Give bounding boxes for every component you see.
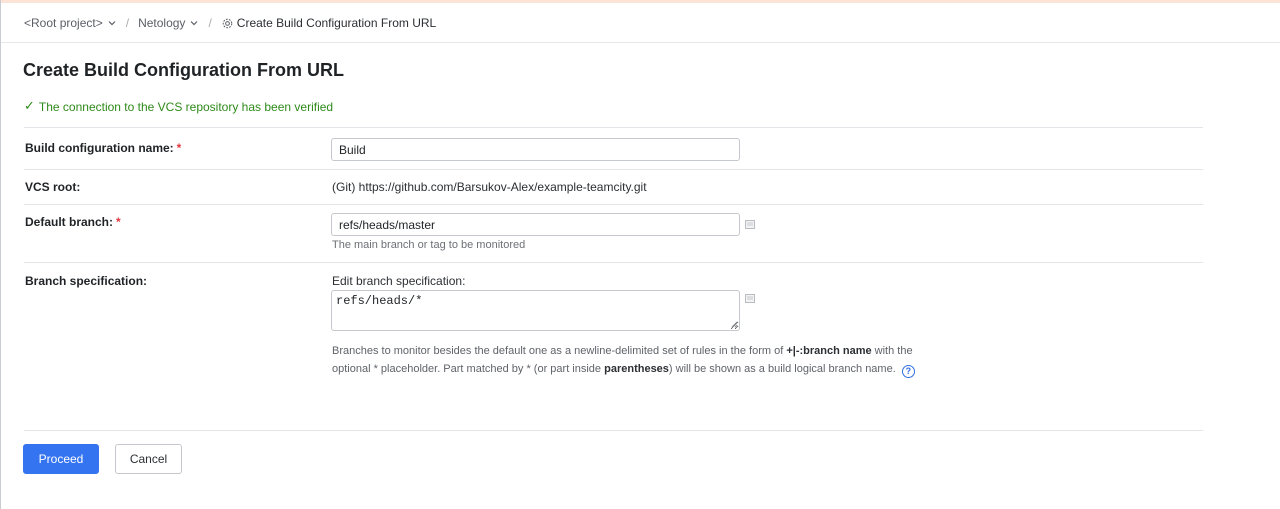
help-icon[interactable]: ? <box>901 364 915 378</box>
breadcrumb-project-netology[interactable]: Netology <box>138 16 199 30</box>
default-branch-label-text: Default branch: <box>25 215 114 229</box>
desc-text: Branches to monitor besides the default … <box>332 345 787 357</box>
form-divider <box>24 127 1203 128</box>
branch-spec-description: Branches to monitor besides the default … <box>332 342 932 378</box>
breadcrumb-separator: / <box>125 16 130 30</box>
cancel-button[interactable]: Cancel <box>115 444 182 474</box>
branch-spec-label: Branch specification: <box>25 274 148 288</box>
top-accent-strip <box>0 0 1280 3</box>
verification-text: The connection to the VCS repository has… <box>38 99 334 114</box>
breadcrumb-current-label: Create Build Configuration From URL <box>236 16 437 30</box>
breadcrumb-root-project[interactable]: <Root project> <box>24 16 117 30</box>
expand-editor-icon[interactable] <box>745 294 755 303</box>
breadcrumb-root-label: <Root project> <box>24 16 103 30</box>
build-name-label: Build configuration name: * <box>25 141 181 155</box>
branch-spec-textarea[interactable]: refs/heads/* <box>331 290 740 331</box>
required-marker: * <box>116 215 121 229</box>
verification-message: ✓ The connection to the VCS repository h… <box>24 99 333 114</box>
expand-editor-icon[interactable] <box>745 220 755 229</box>
default-branch-input[interactable] <box>331 213 740 236</box>
gear-icon <box>222 18 233 28</box>
form-divider <box>24 262 1203 263</box>
header-divider <box>1 42 1280 43</box>
checkmark-icon: ✓ <box>24 99 35 114</box>
vcs-root-value: (Git) https://github.com/Barsukov-Alex/e… <box>332 180 647 194</box>
breadcrumb: <Root project> / Netology / Create Build… <box>24 12 436 34</box>
resize-grip-icon[interactable] <box>730 320 738 328</box>
vcs-root-label: VCS root: <box>25 180 81 194</box>
branch-spec-edit-label: Edit branch specification: <box>332 274 466 288</box>
default-branch-hint: The main branch or tag to be monitored <box>332 239 526 251</box>
form-divider <box>24 430 1203 431</box>
chevron-down-icon[interactable] <box>189 18 199 28</box>
chevron-down-icon[interactable] <box>107 18 117 28</box>
form-divider <box>24 169 1203 170</box>
desc-text: ) will be shown as a build logical branc… <box>668 363 896 375</box>
breadcrumb-project-label: Netology <box>138 16 186 30</box>
build-name-label-text: Build configuration name: <box>25 141 174 155</box>
form-divider <box>24 204 1203 205</box>
desc-parentheses: parentheses <box>604 363 669 375</box>
breadcrumb-separator: / <box>208 16 212 30</box>
default-branch-label: Default branch: * <box>25 215 121 229</box>
proceed-button[interactable]: Proceed <box>23 444 99 474</box>
build-name-input[interactable] <box>331 138 740 161</box>
breadcrumb-current: Create Build Configuration From URL <box>221 16 436 30</box>
page-title: Create Build Configuration From URL <box>23 60 344 80</box>
desc-rule-syntax: +|-:branch name <box>786 345 872 357</box>
window-left-border <box>0 0 1 509</box>
required-marker: * <box>176 141 182 155</box>
